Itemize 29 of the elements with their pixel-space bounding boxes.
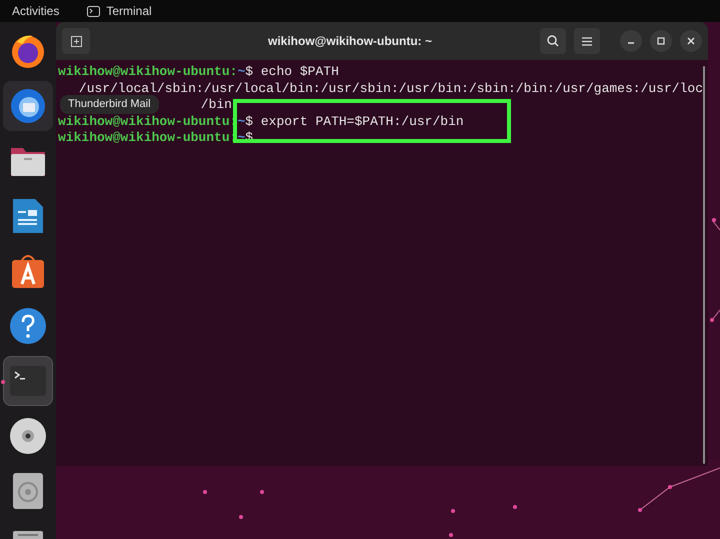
search-icon xyxy=(547,35,559,47)
help-icon xyxy=(9,307,47,345)
prompt-line: wikihow@wikihow-ubuntu:~$ export PATH=$PATH:/usr/bin xyxy=(58,114,465,130)
window-title: wikihow@wikihow-ubuntu: ~ xyxy=(266,33,434,50)
minimize-button[interactable] xyxy=(620,30,642,52)
maximize-button[interactable] xyxy=(650,30,672,52)
new-tab-button[interactable] xyxy=(62,28,90,54)
output-line: /bin xyxy=(200,97,232,114)
output-line: /usr/local/sbin:/usr/local/bin:/usr/sbin:/usr/bin:/sbin:/bin:/usr/games:/usr/loc xyxy=(78,80,703,97)
terminal-icon xyxy=(87,6,100,16)
tooltip: Thunderbird Mail xyxy=(60,95,159,114)
activities-button[interactable]: Activities xyxy=(12,2,60,20)
disc-icon xyxy=(9,417,47,455)
app-menu-button[interactable]: Terminal xyxy=(87,2,152,20)
terminal-icon xyxy=(10,366,46,396)
close-button[interactable] xyxy=(680,30,702,52)
shopping-bag-icon xyxy=(10,252,46,290)
bird-envelope-icon xyxy=(9,87,47,125)
close-icon xyxy=(687,37,695,45)
prompt-line: wikihow@wikihow-ubuntu:~$ echo $PATH xyxy=(58,64,340,80)
menu-button[interactable] xyxy=(574,28,600,54)
document-icon xyxy=(11,197,45,235)
new-tab-icon xyxy=(70,36,82,46)
maximize-icon xyxy=(657,37,665,45)
running-indicator xyxy=(1,380,5,384)
installer-icon xyxy=(12,472,44,510)
search-button[interactable] xyxy=(540,28,566,54)
menu-icon xyxy=(582,36,592,46)
dock-item[interactable] xyxy=(3,81,53,131)
